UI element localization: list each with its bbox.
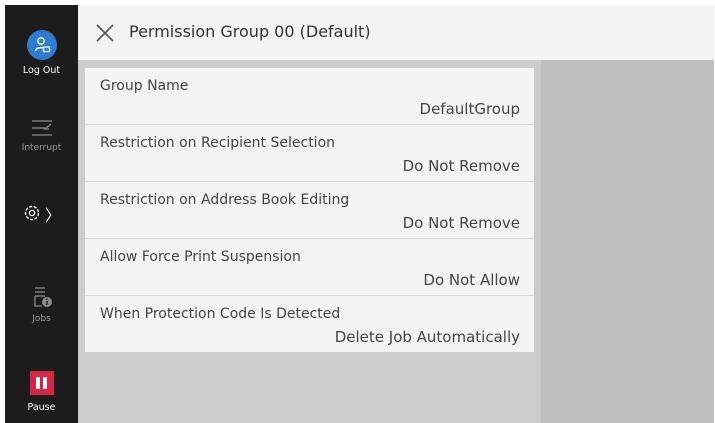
item-value: DefaultGroup xyxy=(419,100,520,118)
item-value: Do Not Remove xyxy=(402,214,520,232)
gear-icon xyxy=(22,203,42,226)
page-title: Permission Group 00 (Default) xyxy=(129,22,371,41)
item-value: Do Not Allow xyxy=(423,271,520,289)
jobs-label: Jobs xyxy=(32,314,51,324)
item-value: Delete Job Automatically xyxy=(334,328,520,346)
list-item-group-name[interactable]: Group Name DefaultGroup xyxy=(85,68,534,125)
right-panel xyxy=(541,60,714,423)
logout-label: Log Out xyxy=(22,65,61,76)
sidebar: Log Out Interrupt 〉 Jobs Pause xyxy=(5,5,78,423)
item-label: Restriction on Address Book Editing xyxy=(100,192,350,208)
item-label: Allow Force Print Suspension xyxy=(100,249,301,265)
jobs-icon xyxy=(5,285,78,312)
jobs-button[interactable]: Jobs xyxy=(5,285,78,324)
pause-button[interactable]: Pause xyxy=(5,371,78,413)
interrupt-icon xyxy=(5,118,78,141)
pause-icon xyxy=(29,371,54,395)
list-item-force-print-suspension[interactable]: Allow Force Print Suspension Do Not Allo… xyxy=(85,239,534,296)
device-settings-button[interactable]: 〉 xyxy=(5,202,78,232)
pause-label: Pause xyxy=(27,402,56,413)
header-bar: Permission Group 00 (Default) xyxy=(78,5,714,60)
interrupt-button[interactable]: Interrupt xyxy=(5,118,78,153)
list-item-protection-code[interactable]: When Protection Code Is Detected Delete … xyxy=(85,296,534,352)
settings-list: Group Name DefaultGroup Restriction on R… xyxy=(85,68,534,352)
logout-button[interactable]: Log Out xyxy=(5,30,78,76)
close-icon[interactable] xyxy=(95,23,115,43)
interrupt-label: Interrupt xyxy=(21,143,62,153)
user-icon xyxy=(26,30,57,60)
chevron-right-icon: 〉 xyxy=(44,206,61,225)
item-label: Group Name xyxy=(100,78,189,94)
item-label: Restriction on Recipient Selection xyxy=(100,135,336,151)
list-item-recipient-restriction[interactable]: Restriction on Recipient Selection Do No… xyxy=(85,125,534,182)
item-value: Do Not Remove xyxy=(402,157,520,175)
item-label: When Protection Code Is Detected xyxy=(100,306,341,322)
list-item-address-book-restriction[interactable]: Restriction on Address Book Editing Do N… xyxy=(85,182,534,239)
device-screen: Log Out Interrupt 〉 Jobs Pause Permissio… xyxy=(5,5,714,423)
